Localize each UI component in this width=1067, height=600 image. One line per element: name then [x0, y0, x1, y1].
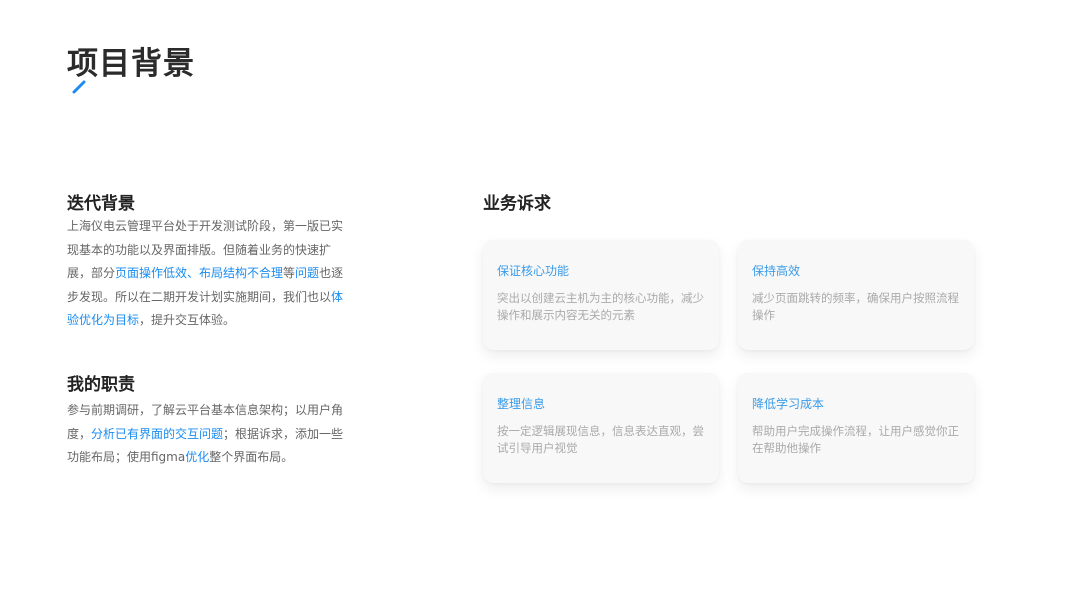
business-heading: 业务诉求 — [483, 194, 551, 214]
requirement-card-description: 按一定逻辑展现信息，信息表达直观，尝试引导用户视觉 — [497, 424, 704, 455]
iteration-paragraph: 上海仪电云管理平台处于开发测试阶段，第一版已实现基本的功能以及界面排版。但随着业… — [67, 215, 349, 333]
requirement-card-description: 帮助用户完成操作流程，让用户感觉你正在帮助他操作 — [752, 424, 959, 455]
requirement-card-description: 减少页面跳转的频率，确保用户按照流程操作 — [752, 291, 959, 322]
duty-text-3: 整个界面布局。 — [209, 450, 294, 464]
pencil-stroke-icon — [72, 80, 86, 94]
iteration-highlight-2: 问题 — [295, 266, 320, 280]
iteration-heading: 迭代背景 — [67, 194, 135, 214]
requirement-card: 保证核心功能 突出以创建云主机为主的核心功能，减少操作和展示内容无关的元素 — [483, 240, 719, 350]
iteration-text-4: ，提升交互体验。 — [139, 313, 236, 327]
duty-paragraph: 参与前期调研，了解云平台基本信息架构；以用户角度，分析已有界面的交互问题；根据诉… — [67, 399, 349, 470]
requirement-card-title: 降低学习成本 — [752, 397, 825, 411]
requirement-card-description: 突出以创建云主机为主的核心功能，减少操作和展示内容无关的元素 — [497, 291, 704, 322]
duty-heading: 我的职责 — [67, 375, 135, 395]
duty-highlight-1: 分析已有界面的交互问题 — [91, 426, 224, 441]
requirement-card-title: 保证核心功能 — [497, 264, 570, 278]
requirement-card: 保持高效 减少页面跳转的频率，确保用户按照流程操作 — [738, 240, 974, 350]
page-title: 项目背景 — [67, 46, 195, 82]
iteration-text-2: 等 — [283, 266, 296, 280]
requirement-card-title: 保持高效 — [752, 264, 801, 278]
requirement-card: 降低学习成本 帮助用户完成操作流程，让用户感觉你正在帮助他操作 — [738, 373, 974, 483]
iteration-highlight-1: 页面操作低效、布局结构不合理 — [115, 266, 284, 280]
requirement-card: 整理信息 按一定逻辑展现信息，信息表达直观，尝试引导用户视觉 — [483, 373, 719, 483]
requirement-card-title: 整理信息 — [497, 397, 546, 411]
duty-highlight-2: 优化 — [185, 450, 210, 464]
